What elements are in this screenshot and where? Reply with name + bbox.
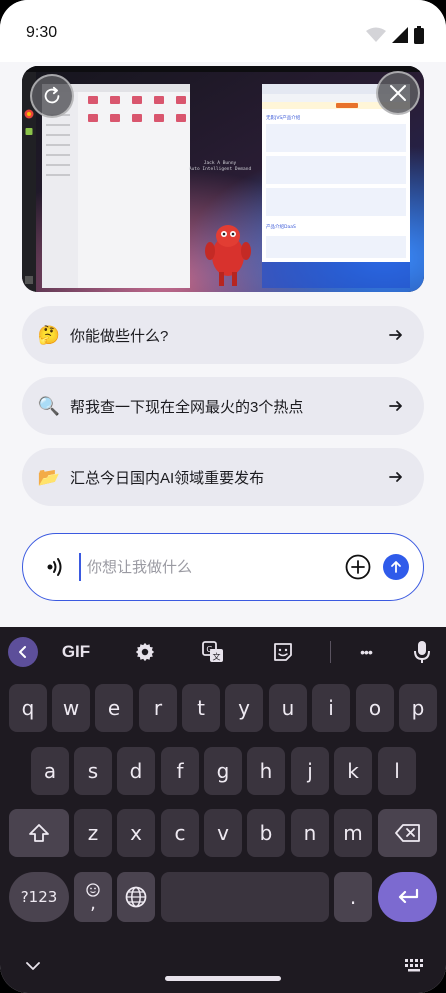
settings-button[interactable] bbox=[132, 639, 158, 665]
space-key[interactable] bbox=[161, 872, 329, 922]
chevron-left-icon bbox=[19, 646, 26, 658]
svg-text:无影JVS产品介绍: 无影JVS产品介绍 bbox=[266, 114, 301, 121]
key-f[interactable]: f bbox=[161, 747, 199, 795]
arrow-right-icon bbox=[389, 330, 402, 340]
suggestion-label: 你能做些什么? bbox=[70, 327, 169, 345]
wifi-icon bbox=[366, 27, 386, 42]
status-icons bbox=[366, 26, 424, 44]
enter-icon bbox=[398, 888, 418, 904]
microphone-button[interactable] bbox=[412, 639, 432, 665]
suggestion-ai-news[interactable]: 📂 汇总今日国内AI领域重要发布 bbox=[22, 448, 424, 506]
svg-text:Auto Intelligent Demand: Auto Intelligent Demand bbox=[189, 166, 252, 172]
collapse-toolbar-button[interactable] bbox=[8, 637, 38, 667]
voice-wave-icon[interactable] bbox=[45, 556, 65, 578]
key-m[interactable]: m bbox=[334, 809, 372, 857]
svg-text:Jack A Bunny: Jack A Bunny bbox=[204, 160, 237, 166]
key-x[interactable]: x bbox=[117, 809, 155, 857]
keyboard-toolbar: GIF G 文 ••• bbox=[0, 627, 446, 677]
status-time: 9:30 bbox=[26, 24, 58, 41]
more-button[interactable]: ••• bbox=[352, 639, 380, 665]
backspace-key[interactable] bbox=[378, 809, 437, 857]
thinking-face-icon: 🤔 bbox=[37, 324, 61, 345]
chat-input[interactable] bbox=[79, 553, 345, 581]
key-v[interactable]: v bbox=[204, 809, 242, 857]
sticker-icon bbox=[274, 643, 292, 661]
refresh-icon bbox=[44, 86, 60, 104]
translate-icon: G 文 bbox=[202, 641, 223, 662]
key-i[interactable]: i bbox=[312, 684, 350, 732]
key-b[interactable]: b bbox=[247, 809, 285, 857]
svg-text:产品介绍DaaS: 产品介绍DaaS bbox=[266, 223, 296, 230]
send-button[interactable] bbox=[383, 554, 409, 580]
key-n[interactable]: n bbox=[291, 809, 329, 857]
key-q[interactable]: q bbox=[9, 684, 47, 732]
svg-text:文: 文 bbox=[213, 652, 221, 662]
keyboard: GIF G 文 ••• q w e r t y u i o p a s d f … bbox=[0, 627, 446, 993]
translate-button[interactable]: G 文 bbox=[200, 639, 226, 665]
gear-icon bbox=[135, 642, 155, 662]
enter-key[interactable] bbox=[378, 872, 437, 922]
emoji-comma-key[interactable]: , bbox=[74, 872, 112, 922]
phone-screen: 9:30 Jack A Bunny Auto Intelligent Deman… bbox=[0, 0, 446, 993]
backspace-icon bbox=[394, 824, 420, 842]
key-j[interactable]: j bbox=[291, 747, 329, 795]
gif-button[interactable]: GIF bbox=[58, 639, 94, 665]
chat-input-bar bbox=[22, 533, 424, 601]
keyboard-switch-icon[interactable] bbox=[404, 958, 424, 972]
suggestion-label: 汇总今日国内AI领域重要发布 bbox=[70, 469, 265, 487]
close-preview-button[interactable] bbox=[376, 71, 420, 115]
key-l[interactable]: l bbox=[378, 747, 416, 795]
key-u[interactable]: u bbox=[269, 684, 307, 732]
globe-icon bbox=[125, 886, 147, 908]
key-a[interactable]: a bbox=[31, 747, 69, 795]
key-r[interactable]: r bbox=[139, 684, 177, 732]
key-g[interactable]: g bbox=[204, 747, 242, 795]
arrow-right-icon bbox=[389, 401, 402, 411]
suggestion-what-can-you-do[interactable]: 🤔 你能做些什么? bbox=[22, 306, 424, 364]
arrow-right-icon bbox=[389, 472, 402, 482]
key-e[interactable]: e bbox=[95, 684, 133, 732]
status-bar: 9:30 bbox=[0, 0, 446, 62]
shift-icon bbox=[29, 824, 49, 842]
language-key[interactable] bbox=[117, 872, 155, 922]
suggestion-trending-topics[interactable]: 🔍 帮我查一下现在全网最火的3个热点 bbox=[22, 377, 424, 435]
desktop-screenshot: Jack A Bunny Auto Intelligent Demand 无影J… bbox=[22, 66, 424, 292]
sticker-button[interactable] bbox=[270, 639, 296, 665]
hide-keyboard-icon[interactable] bbox=[26, 961, 40, 971]
key-t[interactable]: t bbox=[182, 684, 220, 732]
shift-key[interactable] bbox=[9, 809, 69, 857]
key-p[interactable]: p bbox=[399, 684, 437, 732]
navigation-bar bbox=[0, 947, 446, 993]
signal-icon bbox=[392, 27, 408, 43]
screen-preview[interactable]: Jack A Bunny Auto Intelligent Demand 无影J… bbox=[22, 66, 424, 292]
comma-label: , bbox=[90, 893, 96, 914]
refresh-button[interactable] bbox=[30, 74, 74, 118]
key-z[interactable]: z bbox=[74, 809, 112, 857]
key-h[interactable]: h bbox=[247, 747, 285, 795]
toolbar-divider bbox=[330, 641, 331, 663]
key-s[interactable]: s bbox=[74, 747, 112, 795]
key-w[interactable]: w bbox=[52, 684, 90, 732]
period-key[interactable]: . bbox=[334, 872, 372, 922]
close-icon bbox=[390, 85, 406, 101]
key-d[interactable]: d bbox=[117, 747, 155, 795]
add-icon[interactable] bbox=[345, 554, 371, 580]
key-c[interactable]: c bbox=[161, 809, 199, 857]
key-k[interactable]: k bbox=[334, 747, 372, 795]
magnifier-icon: 🔍 bbox=[37, 395, 61, 416]
arrow-up-icon bbox=[391, 561, 401, 573]
home-indicator[interactable] bbox=[165, 976, 281, 981]
microphone-icon bbox=[414, 641, 430, 663]
battery-icon bbox=[414, 26, 424, 44]
suggestion-label: 帮我查一下现在全网最火的3个热点 bbox=[70, 398, 304, 416]
symbols-key[interactable]: ?123 bbox=[9, 872, 69, 922]
key-y[interactable]: y bbox=[225, 684, 263, 732]
key-o[interactable]: o bbox=[356, 684, 394, 732]
folder-icon: 📂 bbox=[37, 466, 61, 487]
